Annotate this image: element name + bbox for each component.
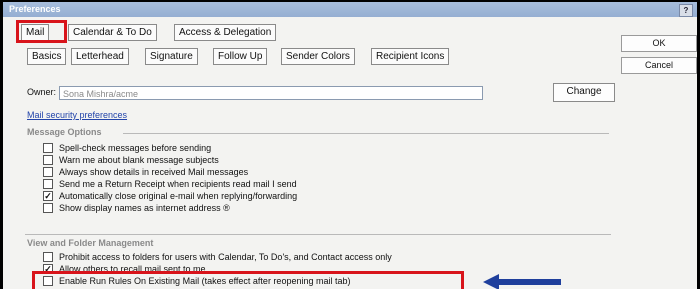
- checkbox[interactable]: [43, 179, 53, 189]
- view-folder-title: View and Folder Management: [27, 238, 154, 248]
- tab-recipient-icons[interactable]: Recipient Icons: [371, 48, 450, 65]
- checkbox-label: Send me a Return Receipt when recipients…: [59, 179, 297, 189]
- checkbox-label: Spell-check messages before sending: [59, 143, 212, 153]
- checkbox-label: Prohibit access to folders for users wit…: [59, 252, 392, 262]
- help-button[interactable]: ?: [679, 4, 693, 17]
- checkmark-icon: ✓: [44, 191, 52, 201]
- checkbox[interactable]: [43, 203, 53, 213]
- preferences-dialog: Preferences ? Mail Calendar & To Do Acce…: [3, 2, 697, 289]
- tab-letterhead[interactable]: Letterhead: [71, 48, 129, 65]
- ok-button[interactable]: OK: [621, 35, 697, 52]
- checkbox[interactable]: [43, 143, 53, 153]
- tab-basics[interactable]: Basics: [27, 48, 67, 65]
- checkbox-label: Warn me about blank message subjects: [59, 155, 219, 165]
- checkbox-label: Automatically close original e-mail when…: [59, 191, 298, 201]
- checkbox-label: Always show details in received Mail mes…: [59, 167, 249, 177]
- checkbox[interactable]: [43, 252, 53, 262]
- dialog-title: Preferences: [9, 4, 61, 14]
- run-rules-highlight: [32, 271, 464, 289]
- tab-access-delegation[interactable]: Access & Delegation: [174, 24, 277, 41]
- left-arrow-icon: [483, 274, 561, 289]
- checkbox[interactable]: [43, 167, 53, 177]
- view-folder-divider: [25, 234, 611, 235]
- tab-calendar-todo[interactable]: Calendar & To Do: [68, 24, 157, 41]
- cancel-button[interactable]: Cancel: [621, 57, 697, 74]
- message-options-title: Message Options: [27, 127, 102, 137]
- message-options-divider: [123, 133, 609, 134]
- tab-sender-colors[interactable]: Sender Colors: [281, 48, 355, 65]
- mail-tab-highlight: [16, 20, 67, 43]
- checkbox-label: Show display names as internet address ®: [59, 203, 230, 213]
- title-bar: Preferences ?: [3, 2, 697, 17]
- tab-signature[interactable]: Signature: [145, 48, 198, 65]
- mail-security-link[interactable]: Mail security preferences: [27, 110, 127, 120]
- checkbox[interactable]: [43, 155, 53, 165]
- checkbox-checked[interactable]: ✓: [43, 191, 53, 201]
- change-button[interactable]: Change: [553, 83, 615, 102]
- owner-label: Owner:: [27, 87, 57, 97]
- owner-field[interactable]: Sona Mishra/acme: [59, 86, 483, 100]
- tab-follow-up[interactable]: Follow Up: [213, 48, 268, 65]
